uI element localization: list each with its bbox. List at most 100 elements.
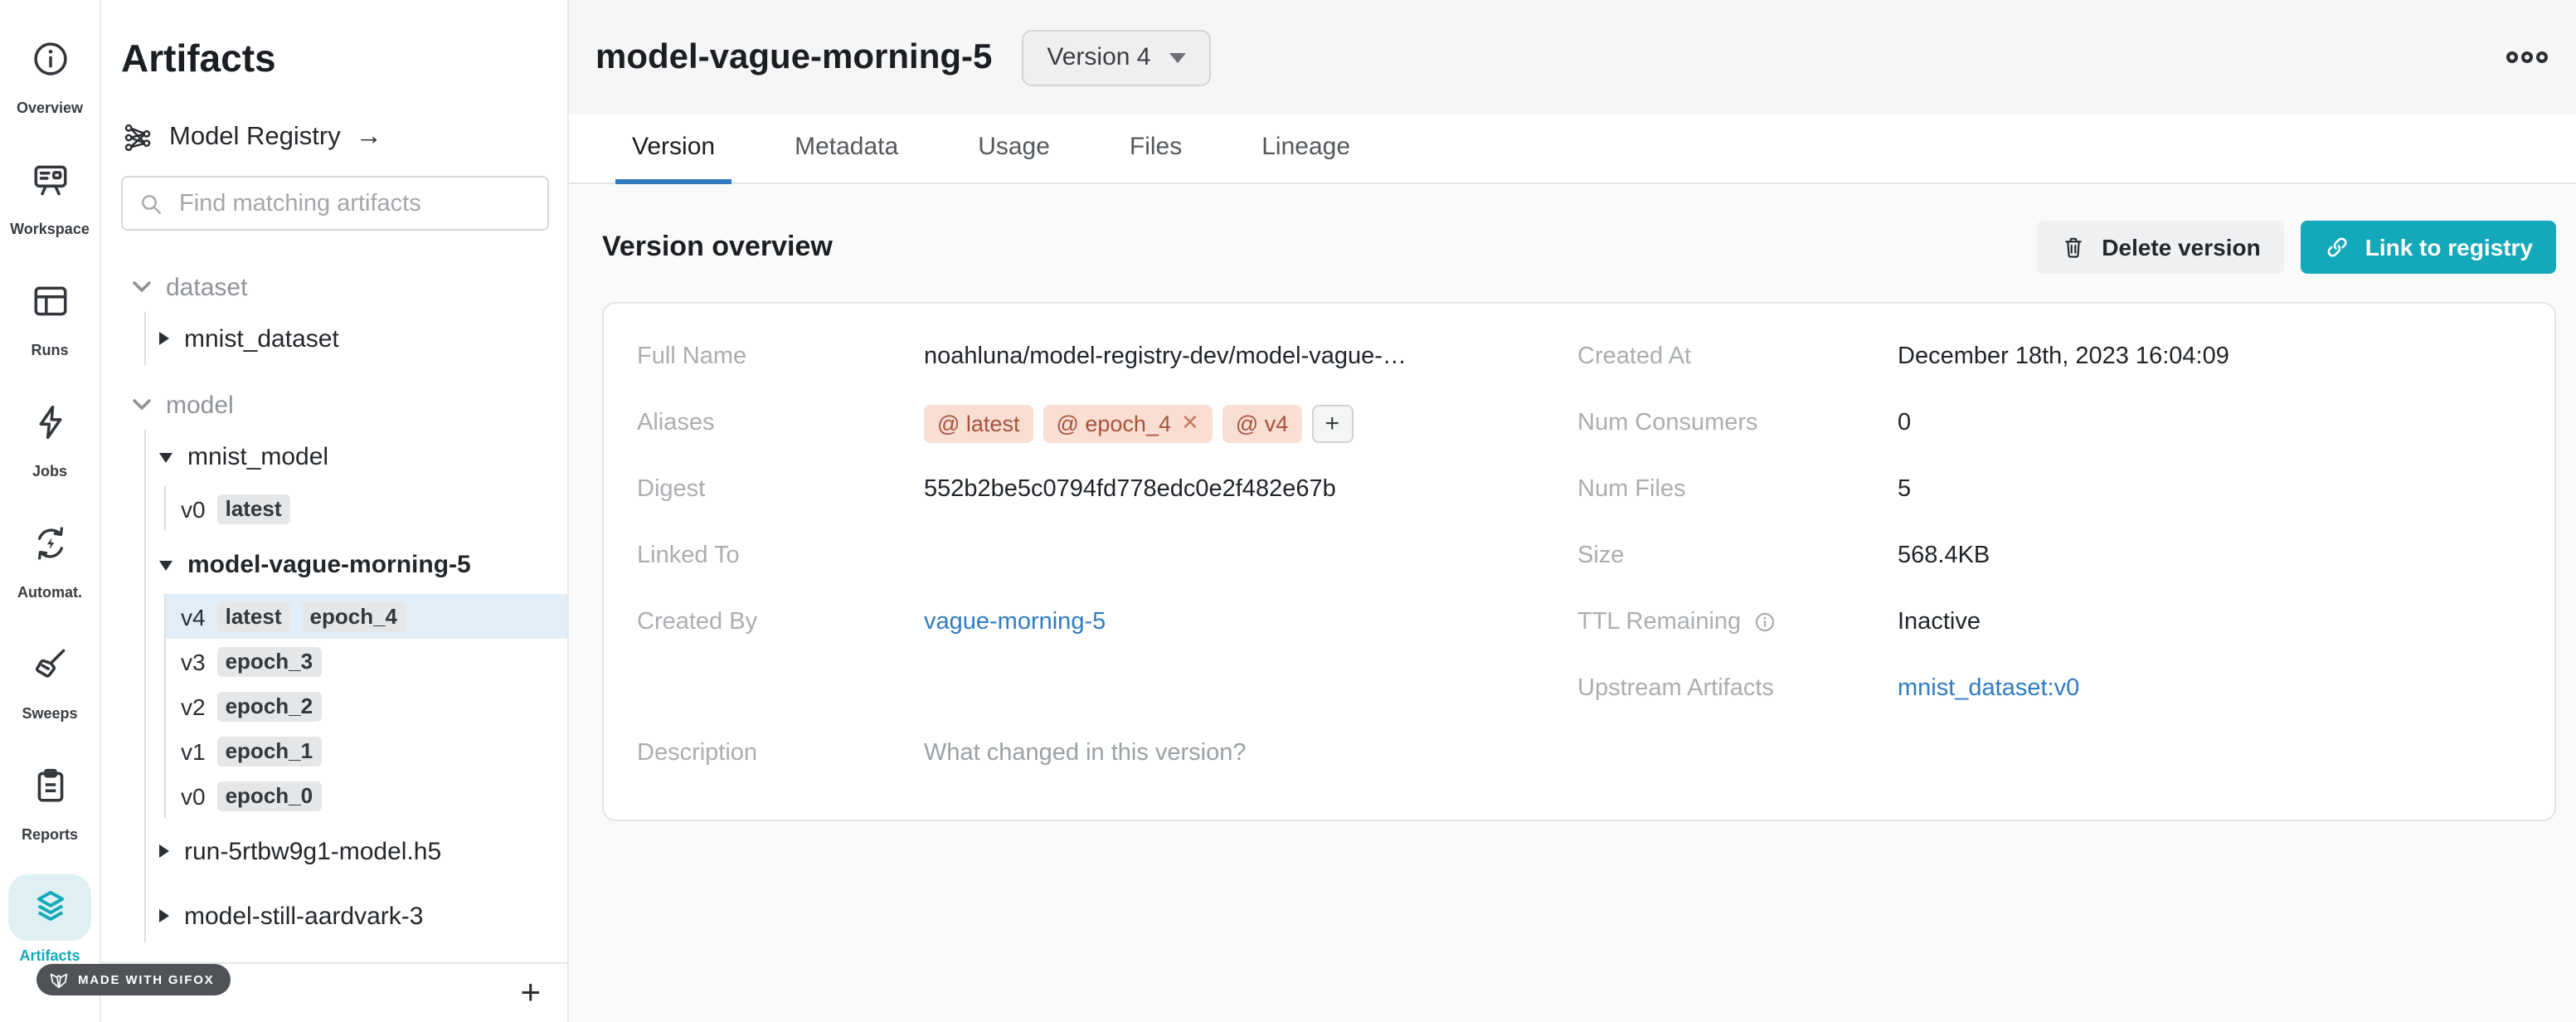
created-at-value: December 18th, 2023 16:04:09: [1898, 343, 2229, 370]
artifact-search-input[interactable]: [176, 188, 532, 218]
tree-section-dataset[interactable]: dataset: [101, 262, 567, 312]
tab-metadata[interactable]: Metadata: [778, 114, 915, 184]
alias-text: @ v4: [1236, 411, 1288, 436]
artifact-label: model-vague-morning-5: [187, 550, 471, 578]
version-row-v4-selected[interactable]: v4 latest epoch_4: [166, 594, 567, 639]
tree-section-label: model: [166, 391, 234, 419]
tab-files[interactable]: Files: [1113, 114, 1198, 184]
field-label: TTL Remaining: [1577, 609, 1898, 635]
add-artifact-button[interactable]: +: [520, 976, 541, 1010]
upstream-artifact-link[interactable]: mnist_dataset:v0: [1898, 675, 2079, 702]
expander-expanded-icon[interactable]: [159, 452, 173, 462]
field-digest: Digest 552b2be5c0794fd778edc0e2f482e67b: [637, 456, 1561, 523]
ttl-value: Inactive: [1898, 609, 1981, 635]
field-num-files: Num Files 5: [1577, 456, 2521, 523]
remove-alias-icon[interactable]: ✕: [1181, 410, 1199, 436]
artifact-browser-panel: Artifacts Model Registry → dataset: [101, 0, 569, 1022]
sidebar-item-sweeps[interactable]: Sweeps: [0, 616, 100, 737]
ttl-label-text: TTL Remaining: [1577, 609, 1741, 635]
info-icon[interactable]: [1752, 611, 1776, 634]
field-label: Description: [637, 740, 924, 766]
sidebar-item-runs[interactable]: Runs: [0, 252, 100, 373]
version-row-v0[interactable]: v0 latest: [166, 486, 567, 531]
alias-pill-latest[interactable]: @ latest: [924, 404, 1033, 442]
sidebar-item-reports[interactable]: Reports: [0, 737, 100, 858]
field-size: Size 568.4KB: [1577, 523, 2521, 589]
layers-icon: [29, 886, 70, 927]
sidebar-item-workspace[interactable]: Workspace: [0, 131, 100, 252]
version-tag: epoch_4: [302, 601, 406, 631]
fox-icon: [48, 969, 70, 990]
model-group: mnist_model v0 latest model-vague-mornin…: [144, 430, 567, 942]
tab-lineage[interactable]: Lineage: [1245, 114, 1367, 184]
artifact-item-mnist-dataset[interactable]: mnist_dataset: [146, 312, 567, 365]
sidebar-label: Reports: [22, 825, 78, 842]
version-tag: epoch_2: [217, 691, 322, 721]
automation-cycle-icon: [29, 523, 70, 564]
num-consumers-value: 0: [1898, 410, 1911, 436]
caret-down-icon: [1169, 52, 1185, 62]
field-label: Size: [1577, 543, 1898, 569]
expander-expanded-icon[interactable]: [159, 560, 173, 570]
model-registry-label: Model Registry: [169, 123, 341, 153]
sidebar-item-artifacts[interactable]: Artifacts: [0, 858, 100, 979]
artifact-item-model-still-aardvark-3[interactable]: model-still-aardvark-3: [146, 889, 567, 942]
field-label: Num Consumers: [1577, 410, 1898, 436]
version-row-v1[interactable]: v1 epoch_1: [166, 728, 567, 773]
version-row-v3[interactable]: v3 epoch_3: [166, 639, 567, 684]
artifact-search: [121, 176, 549, 231]
version-selector[interactable]: Version 4: [1022, 29, 1210, 85]
expander-collapsed-icon[interactable]: [159, 844, 169, 858]
arrow-right-icon: →: [356, 123, 382, 153]
field-full-name: Full Name noahluna/model-registry-dev/mo…: [637, 324, 1561, 390]
tab-usage[interactable]: Usage: [961, 114, 1067, 184]
version-row-v0[interactable]: v0 epoch_0: [166, 773, 567, 818]
chevron-down-icon: [133, 398, 151, 411]
nav-rail: Overview Workspace Runs Jobs Automat.: [0, 0, 101, 1022]
artifact-label: run-5rtbw9g1-model.h5: [184, 837, 441, 865]
alias-pill-v4[interactable]: @ v4: [1222, 404, 1301, 442]
field-label: Digest: [637, 476, 924, 503]
sidebar-label: Jobs: [32, 462, 67, 479]
size-value: 568.4KB: [1898, 543, 1990, 569]
gifox-badge-text: MADE WITH GIFOX: [78, 972, 215, 987]
version-tag: epoch_1: [217, 736, 322, 766]
sidebar-item-automations[interactable]: Automat.: [0, 494, 100, 616]
tree-section-model[interactable]: model: [101, 380, 567, 430]
alias-pill-epoch-4[interactable]: @ epoch_4✕: [1043, 404, 1212, 442]
expander-collapsed-icon[interactable]: [159, 332, 169, 345]
description-input[interactable]: What changed in this version?: [924, 740, 1247, 766]
add-alias-button[interactable]: +: [1311, 404, 1353, 442]
info-icon: [29, 38, 70, 80]
chain-link-icon: [2324, 234, 2350, 260]
sidebar-label: Workspace: [10, 220, 90, 236]
field-label: Num Files: [1577, 476, 1898, 503]
expander-collapsed-icon[interactable]: [159, 909, 169, 922]
artifact-item-run-model-h5[interactable]: run-5rtbw9g1-model.h5: [146, 825, 567, 878]
created-by-link[interactable]: vague-morning-5: [924, 609, 1106, 635]
field-label: Upstream Artifacts: [1577, 675, 1898, 702]
version-tag: epoch_3: [217, 646, 322, 676]
artifacts-active-pill: [8, 874, 91, 940]
overview-left-column: Full Name noahluna/model-registry-dev/mo…: [637, 324, 1561, 786]
network-graph-icon: [121, 121, 154, 154]
ellipsis-icon: [2505, 50, 2549, 65]
artifact-item-model-vague-morning-5[interactable]: model-vague-morning-5: [146, 538, 567, 591]
version-tag: latest: [217, 494, 290, 523]
delete-version-button[interactable]: Delete version: [2037, 221, 2283, 274]
lightning-icon: [29, 402, 70, 443]
artifact-item-mnist-model[interactable]: mnist_model: [146, 430, 567, 483]
wandb-artifacts-page: Overview Workspace Runs Jobs Automat.: [0, 0, 2576, 1022]
version-row-v2[interactable]: v2 epoch_2: [166, 684, 567, 728]
broom-icon: [29, 644, 70, 685]
sidebar-item-overview[interactable]: Overview: [0, 10, 100, 131]
version-id: v1: [181, 737, 206, 764]
alias-text: @ latest: [937, 411, 1019, 436]
sidebar-item-jobs[interactable]: Jobs: [0, 373, 100, 494]
sidebar-label: Sweeps: [22, 704, 77, 721]
overflow-menu-button[interactable]: [2505, 50, 2549, 65]
tab-version[interactable]: Version: [615, 114, 731, 184]
version-id: v2: [181, 693, 206, 719]
link-to-registry-button[interactable]: Link to registry: [2301, 221, 2556, 274]
model-registry-link[interactable]: Model Registry →: [121, 121, 382, 154]
